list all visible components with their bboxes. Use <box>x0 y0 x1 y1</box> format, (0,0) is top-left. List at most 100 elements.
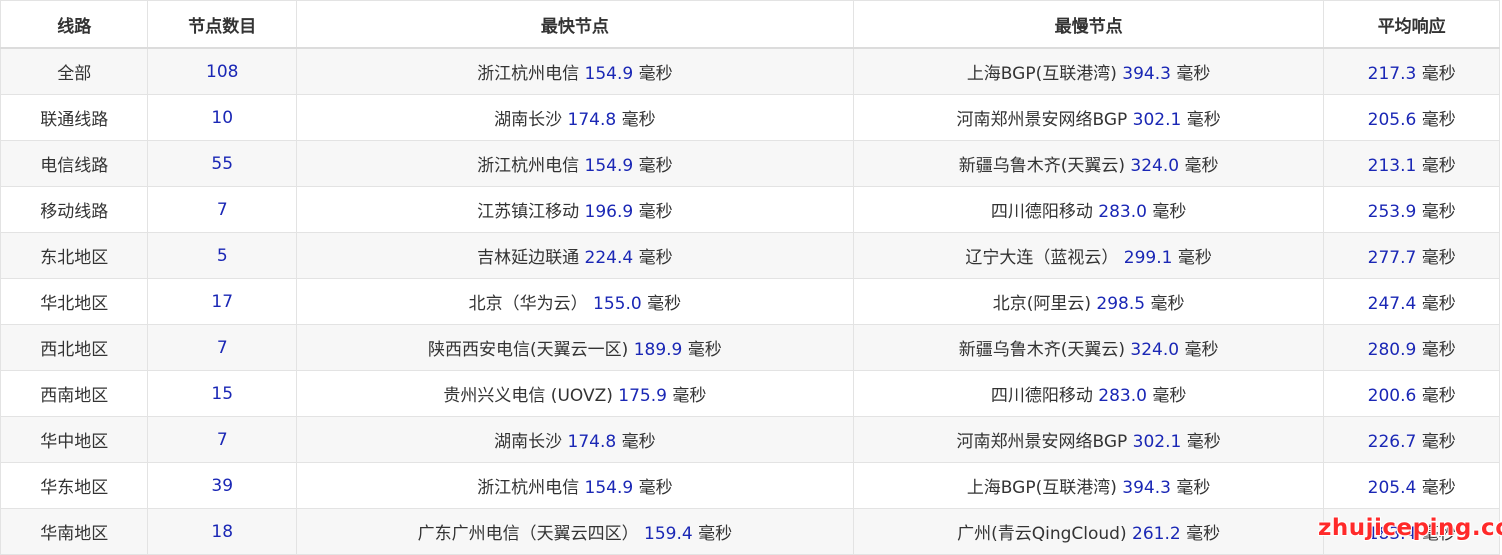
node-count: 5 <box>216 245 228 266</box>
slowest-node-latency: 324.0 <box>1130 156 1180 176</box>
latency-unit: 毫秒 <box>1176 478 1211 498</box>
line-name: 电信线路 <box>40 156 109 176</box>
fastest-node-name: 吉林延边联通 <box>477 248 580 268</box>
node-count: 55 <box>211 153 234 174</box>
fastest-node-cell: 广东广州电信（天翼云四区） 159.4 毫秒 <box>295 508 854 555</box>
header-average-response: 平均响应 <box>1323 0 1500 49</box>
slowest-node-latency: 302.1 <box>1132 110 1182 130</box>
average-latency: 280.9 <box>1367 340 1417 360</box>
fastest-node-name: 浙江杭州电信 <box>477 64 580 84</box>
table-row: 西南地区 15 贵州兴义电信 (UOVZ) 175.9 毫秒 四川德阳移动 283.0… <box>0 370 1500 417</box>
latency-unit: 毫秒 <box>1421 294 1456 314</box>
latency-unit: 毫秒 <box>1421 110 1456 130</box>
average-latency: 226.7 <box>1367 432 1417 452</box>
table-row: 华北地区 17 北京（华为云） 155.0 毫秒 北京(阿里云) 298.5 毫秒 24… <box>0 278 1500 325</box>
header-slowest-node: 最慢节点 <box>852 0 1325 49</box>
fastest-node-name: 湖南长沙 <box>494 432 563 452</box>
average-response-cell: 247.4 毫秒 <box>1323 278 1500 325</box>
latency-unit: 毫秒 <box>672 386 707 406</box>
table-row: 东北地区 5 吉林延边联通 224.4 毫秒 辽宁大连（蓝视云） 299.1 毫秒 27… <box>0 232 1500 279</box>
fastest-node-cell: 北京（华为云） 155.0 毫秒 <box>295 278 854 325</box>
node-count: 18 <box>211 521 234 542</box>
slowest-node-name: 四川德阳移动 <box>990 202 1093 222</box>
latency-unit: 毫秒 <box>1421 64 1456 84</box>
average-response-cell: 200.6 毫秒 <box>1323 370 1500 417</box>
table-row: 全部 108 浙江杭州电信 154.9 毫秒 上海BGP(互联港湾) 394.3 毫秒… <box>0 47 1500 95</box>
line-name: 全部 <box>57 64 92 84</box>
fastest-node-name: 湖南长沙 <box>494 110 563 130</box>
latency-unit: 毫秒 <box>1421 202 1456 222</box>
line-name: 西北地区 <box>40 340 109 360</box>
slowest-node-latency: 261.2 <box>1132 524 1181 544</box>
slowest-node-cell: 四川德阳移动 283.0 毫秒 <box>852 370 1325 417</box>
line-cell: 华北地区 <box>0 278 149 325</box>
line-cell: 华南地区 <box>0 508 149 555</box>
line-cell: 华东地区 <box>0 462 149 509</box>
average-latency: 217.3 <box>1367 64 1417 84</box>
average-latency: 183.4 <box>1367 524 1417 544</box>
node-count: 15 <box>211 383 234 404</box>
fastest-node-name: 贵州兴义电信 (UOVZ) <box>443 386 613 406</box>
fastest-node-name: 江苏镇江移动 <box>477 202 580 222</box>
slowest-node-latency: 283.0 <box>1098 386 1147 406</box>
latency-unit: 毫秒 <box>698 524 733 544</box>
line-cell: 西南地区 <box>0 370 149 417</box>
slowest-node-cell: 四川德阳移动 283.0 毫秒 <box>852 186 1325 233</box>
fastest-node-name: 陕西西安电信(天翼云一区) <box>428 340 629 360</box>
fastest-node-cell: 贵州兴义电信 (UOVZ) 175.9 毫秒 <box>295 370 854 417</box>
latency-unit: 毫秒 <box>638 64 673 84</box>
latency-unit: 毫秒 <box>638 156 673 176</box>
fastest-node-latency: 196.9 <box>584 202 634 222</box>
latency-unit: 毫秒 <box>1150 294 1185 314</box>
fastest-node-latency: 189.9 <box>633 340 683 360</box>
average-latency: 253.9 <box>1367 202 1417 222</box>
node-count-cell: 5 <box>147 232 297 279</box>
line-name: 华南地区 <box>40 524 109 544</box>
slowest-node-latency: 324.0 <box>1130 340 1180 360</box>
latency-unit: 毫秒 <box>1186 432 1221 452</box>
fastest-node-latency: 174.8 <box>567 432 617 452</box>
fastest-node-name: 浙江杭州电信 <box>477 156 580 176</box>
slowest-node-latency: 394.3 <box>1122 478 1171 498</box>
header-row: 线路 节点数目 最快节点 最慢节点 平均响应 <box>0 0 1500 49</box>
slowest-node-name: 四川德阳移动 <box>990 386 1093 406</box>
latency-unit: 毫秒 <box>1184 156 1219 176</box>
fastest-node-cell: 陕西西安电信(天翼云一区) 189.9 毫秒 <box>295 324 854 371</box>
slowest-node-cell: 河南郑州景安网络BGP 302.1 毫秒 <box>852 94 1325 141</box>
average-response-cell: 205.6 毫秒 <box>1323 94 1500 141</box>
fastest-node-latency: 154.9 <box>584 156 634 176</box>
average-latency: 205.6 <box>1367 110 1417 130</box>
slowest-node-name: 上海BGP(互联港湾) <box>966 478 1117 498</box>
node-count-cell: 39 <box>147 462 297 509</box>
average-response-cell: 280.9 毫秒 <box>1323 324 1500 371</box>
latency-unit: 毫秒 <box>638 248 673 268</box>
table-row: 移动线路 7 江苏镇江移动 196.9 毫秒 四川德阳移动 283.0 毫秒 253.9… <box>0 186 1500 233</box>
line-name: 西南地区 <box>40 386 109 406</box>
table-row: 华东地区 39 浙江杭州电信 154.9 毫秒 上海BGP(互联港湾) 394.3 毫… <box>0 462 1500 509</box>
line-cell: 移动线路 <box>0 186 149 233</box>
average-response-cell: 226.7 毫秒 <box>1323 416 1500 463</box>
node-count-cell: 7 <box>147 416 297 463</box>
fastest-node-name: 浙江杭州电信 <box>477 478 580 498</box>
latency-unit: 毫秒 <box>1186 110 1221 130</box>
table-body: 全部 108 浙江杭州电信 154.9 毫秒 上海BGP(互联港湾) 394.3 毫秒… <box>0 47 1500 555</box>
line-name: 联通线路 <box>40 110 109 130</box>
table-row: 电信线路 55 浙江杭州电信 154.9 毫秒 新疆乌鲁木齐(天翼云) 324.0 毫… <box>0 140 1500 187</box>
average-response-cell: 217.3 毫秒 <box>1323 47 1500 95</box>
average-latency: 247.4 <box>1367 294 1417 314</box>
node-count: 7 <box>216 199 228 220</box>
latency-unit: 毫秒 <box>621 110 656 130</box>
average-latency: 200.6 <box>1367 386 1417 406</box>
slowest-node-name: 新疆乌鲁木齐(天翼云) <box>958 156 1125 176</box>
latency-unit: 毫秒 <box>638 202 673 222</box>
slowest-node-latency: 283.0 <box>1098 202 1147 222</box>
average-response-cell: 277.7 毫秒 <box>1323 232 1500 279</box>
slowest-node-name: 河南郑州景安网络BGP <box>956 110 1128 130</box>
slowest-node-latency: 299.1 <box>1123 248 1173 268</box>
slowest-node-cell: 广州(青云QingCloud) 261.2 毫秒 <box>852 508 1325 555</box>
fastest-node-cell: 浙江杭州电信 154.9 毫秒 <box>295 47 854 95</box>
ping-results-table: 线路 节点数目 最快节点 最慢节点 平均响应 全部 108 浙江杭州电信 154.9… <box>0 0 1500 555</box>
fastest-node-name: 广东广州电信（天翼云四区） <box>417 524 639 544</box>
slowest-node-name: 广州(青云QingCloud) <box>957 524 1127 544</box>
latency-unit: 毫秒 <box>1421 478 1456 498</box>
